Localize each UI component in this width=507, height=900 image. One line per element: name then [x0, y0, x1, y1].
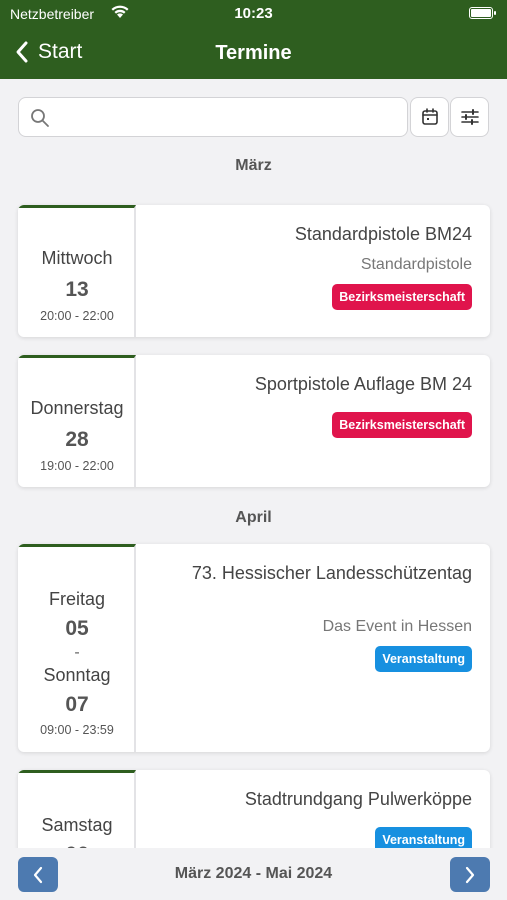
event-card[interactable]: Freitag 05 - Sonntag 07 09:00 - 23:59 73…	[18, 544, 490, 752]
event-title: Stadtrundgang Pulwerköppe	[244, 789, 472, 809]
event-title: Standardpistole BM24	[294, 224, 472, 244]
category-badge: Bezirksmeisterschaft	[332, 412, 472, 438]
day-number: 05	[65, 617, 89, 640]
chevron-left-icon	[33, 866, 43, 883]
chevron-left-icon	[16, 41, 28, 63]
date-column: Samstag 06	[18, 770, 136, 848]
back-label: Start	[38, 40, 83, 63]
category-badge: Veranstaltung	[375, 827, 472, 848]
category-badge: Veranstaltung	[375, 646, 472, 672]
search-input[interactable]	[59, 104, 399, 130]
date-column: Freitag 05 - Sonntag 07 09:00 - 23:59	[18, 544, 136, 752]
time-range: 19:00 - 22:00	[40, 459, 114, 473]
previous-range-button[interactable]	[18, 857, 58, 892]
day-number: 28	[65, 428, 89, 451]
sliders-icon	[460, 109, 479, 125]
date-column: Mittwoch 13 20:00 - 22:00	[18, 205, 136, 337]
weekday: Samstag	[41, 815, 113, 835]
next-range-button[interactable]	[450, 857, 490, 892]
time-range: 20:00 - 22:00	[40, 309, 114, 323]
weekday: Donnerstag	[30, 398, 124, 418]
category-badge: Bezirksmeisterschaft	[332, 284, 472, 310]
event-subtitle: Standardpistole	[360, 256, 472, 273]
weekday: Mittwoch	[41, 248, 113, 268]
event-title: 73. Hessischer Landesschützentag	[191, 563, 472, 583]
battery-icon	[469, 7, 496, 19]
event-card[interactable]: Samstag 06 Stadtrundgang Pulwerköppe Ver…	[18, 770, 490, 848]
event-list[interactable]: März Mittwoch 13 20:00 - 22:00 Standardp…	[0, 145, 507, 848]
date-range-bar: März 2024 - Mai 2024	[0, 848, 507, 900]
search-bar	[18, 97, 408, 137]
filter-button[interactable]	[450, 97, 489, 137]
calendar-button[interactable]	[410, 97, 449, 137]
day-number: 13	[65, 278, 89, 301]
time-range: 09:00 - 23:59	[40, 723, 114, 737]
navigation-bar: Start Termine	[0, 30, 507, 79]
clock: 10:23	[234, 5, 273, 22]
month-header: April	[235, 509, 272, 526]
event-card[interactable]: Donnerstag 28 19:00 - 22:00 Sportpistole…	[18, 355, 490, 487]
month-header: März	[235, 157, 272, 174]
end-day-number: 07	[65, 693, 89, 716]
status-bar: Netzbetreiber 10:23	[0, 0, 507, 30]
weekday: Freitag	[48, 589, 106, 609]
back-button[interactable]: Start	[14, 40, 82, 64]
search-icon	[31, 109, 49, 127]
event-title: Sportpistole Auflage BM 24	[254, 374, 472, 394]
date-column: Donnerstag 28 19:00 - 22:00	[18, 355, 136, 487]
date-range-label: März 2024 - Mai 2024	[174, 865, 333, 882]
event-subtitle: Das Event in Hessen	[322, 618, 472, 635]
event-card[interactable]: Mittwoch 13 20:00 - 22:00 Standardpistol…	[18, 205, 490, 337]
end-weekday: Sonntag	[43, 665, 111, 685]
chevron-right-icon	[465, 866, 475, 883]
date-separator: -	[74, 644, 80, 661]
calendar-icon	[421, 108, 438, 125]
